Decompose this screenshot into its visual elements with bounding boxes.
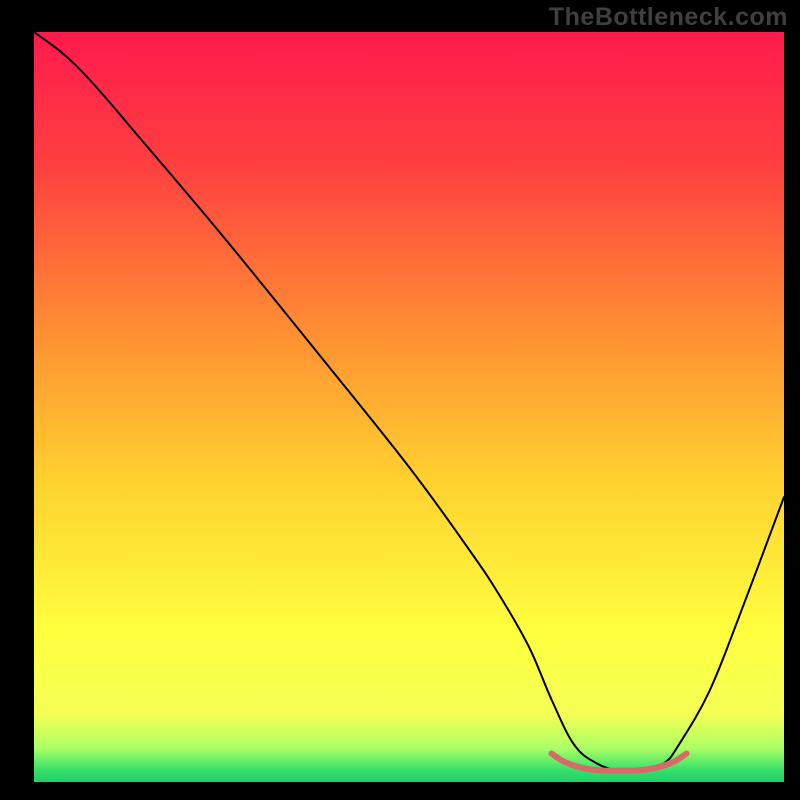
chart-svg — [34, 32, 784, 782]
watermark-label: TheBottleneck.com — [549, 3, 788, 32]
chart-frame — [34, 32, 784, 782]
